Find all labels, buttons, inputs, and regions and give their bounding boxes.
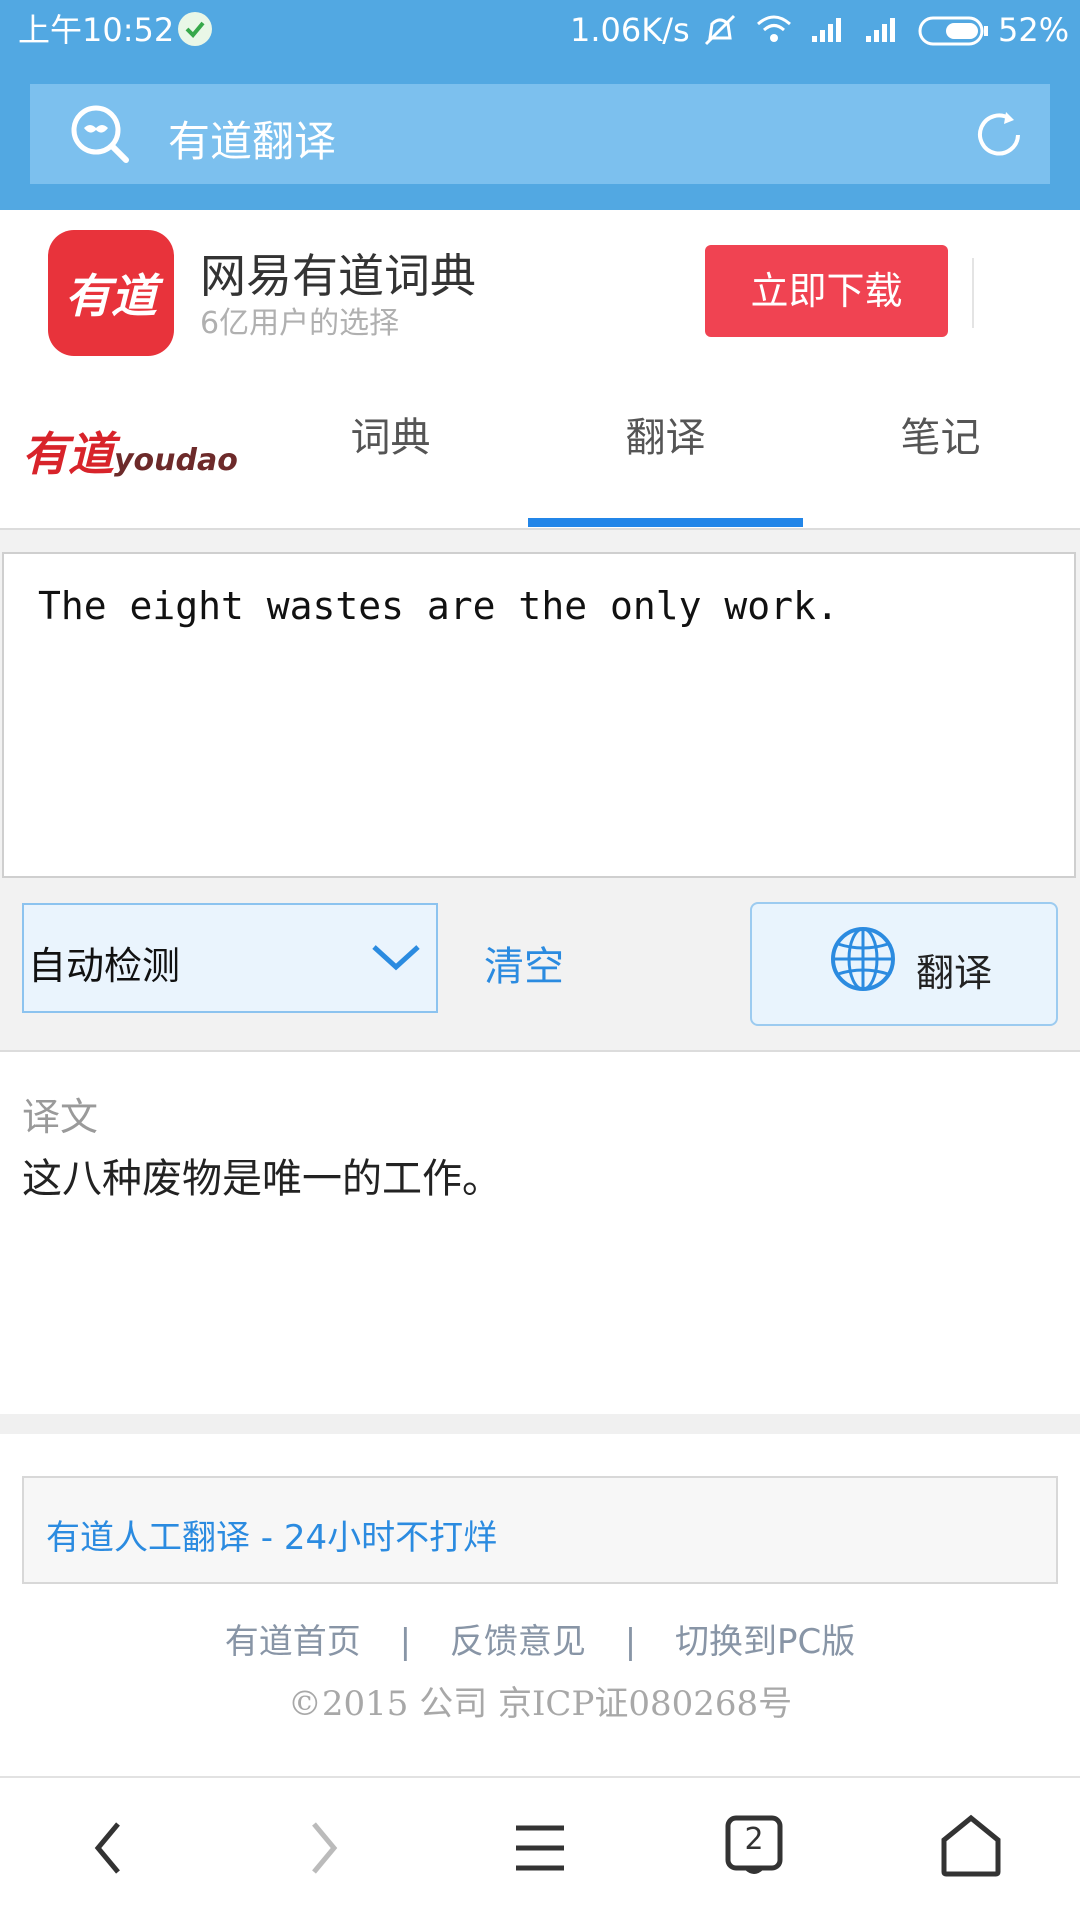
forward-icon[interactable] [304, 1818, 344, 1882]
footer-links: 有道首页 | 反馈意见 | 切换到PC版 [0, 1614, 1080, 1663]
source-text: The eight wastes are the only work. [38, 584, 839, 628]
tab-count: 2 [744, 1822, 764, 1857]
youdao-logo[interactable]: 有道youdao [22, 418, 238, 484]
app-name: 网易有道词典 [200, 249, 476, 303]
logo-cn: 有道 [22, 427, 114, 481]
result-text: 这八种废物是唯一的工作。 [22, 1156, 502, 1202]
home-icon[interactable] [940, 1814, 1002, 1882]
copyright: ©2015 公司 京ICP证080268号 [287, 1684, 793, 1724]
status-time: 上午10:52 [18, 11, 175, 49]
network-speed: 1.06K/s [570, 11, 690, 49]
chevron-down-icon [370, 941, 422, 979]
bottom-nav: 2 [0, 1778, 1080, 1920]
promo-divider [972, 258, 974, 328]
status-bar: 上午10:52 1.06K/s 52% [0, 0, 1080, 62]
menu-icon[interactable] [512, 1822, 568, 1878]
tab-translate[interactable]: 翻译 [528, 405, 803, 463]
result-title: 译文 [22, 1095, 99, 1139]
footer-link-pc[interactable]: 切换到PC版 [675, 1622, 855, 1662]
language-select[interactable]: 自动检测 [22, 903, 438, 1013]
footer-separator-2: | [624, 1622, 637, 1662]
app-tagline: 6亿用户的选择 [200, 306, 400, 341]
tab-notes[interactable]: 笔记 [803, 405, 1078, 463]
globe-icon [830, 926, 896, 996]
app-icon-text: 有道 [65, 269, 157, 323]
youdao-app-icon[interactable]: 有道 [48, 230, 174, 356]
clear-button[interactable]: 清空 [484, 934, 564, 992]
battery-percent: 52% [998, 11, 1070, 49]
signal-icon [810, 14, 848, 48]
download-button[interactable]: 立即下载 [705, 245, 948, 337]
active-tab-indicator [528, 518, 803, 527]
address-query: 有道翻译 [168, 117, 337, 166]
footer-link-home[interactable]: 有道首页 [225, 1622, 361, 1662]
back-icon[interactable] [88, 1818, 128, 1882]
footer-separator: | [399, 1622, 412, 1662]
logo-en: youdao [114, 443, 238, 478]
tab-dictionary[interactable]: 词典 [253, 405, 528, 463]
section-divider [0, 1414, 1080, 1434]
vpn-shield-icon [178, 12, 212, 46]
language-select-value: 自动检测 [28, 944, 181, 988]
tabs-icon[interactable]: 2 [724, 1814, 784, 1874]
footer-link-feedback[interactable]: 反馈意见 [450, 1622, 586, 1662]
source-text-input[interactable]: The eight wastes are the only work. [2, 552, 1076, 878]
battery-icon [918, 16, 990, 50]
human-translate-link[interactable]: 有道人工翻译 - 24小时不打烊 [46, 1510, 497, 1559]
refresh-icon[interactable] [972, 108, 1026, 166]
signal-icon-2 [864, 14, 902, 48]
search-mask-icon [68, 104, 134, 168]
translate-button[interactable]: 翻译 [750, 902, 1058, 1026]
translate-button-label: 翻译 [916, 951, 993, 995]
wifi-icon [756, 14, 792, 50]
human-translate-box[interactable]: 有道人工翻译 - 24小时不打烊 [22, 1476, 1058, 1584]
address-bar[interactable]: 有道翻译 [30, 84, 1050, 184]
mute-icon [702, 14, 738, 50]
